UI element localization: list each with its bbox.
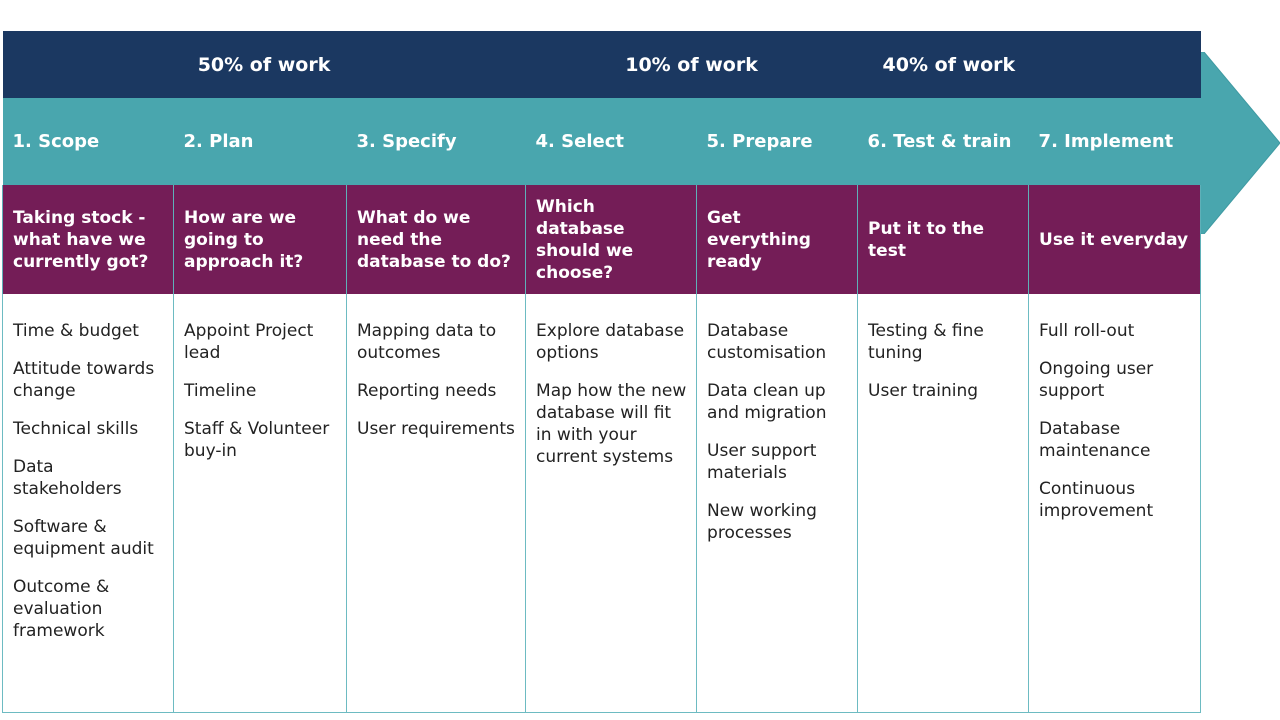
phase-question: Get everything ready [696,185,859,294]
phase-title-row: 1. Scope 2. Plan 3. Specify 4. Select 5.… [2,98,1201,185]
task-item: User requirements [357,419,515,439]
phase-question-row: Taking stock - what have we currently go… [2,185,1202,294]
phase-title: 1. Scope [2,98,174,185]
work-share-label: 10% of work [625,53,758,76]
task-item: Data stakeholders [13,457,122,499]
phase-title: 6. Test & train [857,98,1029,185]
work-share-cell: 10% of work [525,31,858,98]
task-item: Database maintenance [1039,419,1151,461]
phase-tasks: Explore database options Map how the new … [525,294,698,713]
phase-title: 7. Implement [1028,98,1201,185]
task-item: Explore database options [536,321,685,363]
phase-question: Taking stock - what have we currently go… [2,185,174,294]
task-item: Technical skills [13,419,139,439]
work-share-label: 50% of work [197,53,331,76]
phase-title: 5. Prepare [696,98,858,185]
task-item: Data clean up and migration [707,381,827,423]
phase-tasks: Testing & fine tuning User training [857,294,1030,713]
task-item: Full roll-out [1039,321,1135,341]
task-item: Time & budget [13,321,139,341]
task-item: New working processes [707,501,817,543]
phase-tasks: Appoint Project lead Timeline Staff & Volu… [173,294,347,713]
phase-title: 2. Plan [173,98,347,185]
phase-question: Use it everyday [1028,185,1202,294]
task-item: Testing & fine tuning [868,321,984,363]
task-item: User support materials [707,441,817,483]
work-share-label: 40% of work [882,53,1016,76]
phase-question: What do we need the database to do? [345,185,527,294]
task-item: Database customisation [707,321,827,363]
task-item: Outcome & evaluation framework [13,577,110,641]
task-item: Attitude towards change [13,359,155,401]
work-share-cell: 50% of work [2,31,526,98]
task-item: Mapping data to outcomes [357,321,497,363]
task-item: Map how the new database will fit in wit… [536,381,687,467]
task-item: Appoint Project lead [184,321,314,363]
phase-question: How are we going to approach it? [173,185,347,294]
phase-tasks: Full roll-out Ongoing user support Databas… [1028,294,1202,713]
task-item: Reporting needs [357,381,497,401]
work-share-cell: 40% of work [857,31,1201,98]
process-table: 50% of work 10% of work 40% of work 1. S… [2,31,1202,713]
phase-tasks-row: Time & budget Attitude towards change Tech… [2,294,1202,713]
task-item: Staff & Volunteer buy-in [184,419,330,461]
task-item: Software & equipment audit [13,517,154,559]
task-item: User training [868,381,979,401]
phase-tasks: Mapping data to outcomes Reporting needs U… [345,294,527,713]
phase-question: Which database should we choose? [525,185,698,294]
phase-tasks: Database customisation Data clean up and … [696,294,859,713]
work-share-row: 50% of work 10% of work 40% of work [2,31,1201,98]
phase-question: Put it to the test [857,185,1030,294]
task-item: Timeline [184,381,257,401]
phase-tasks: Time & budget Attitude towards change Tech… [2,294,174,713]
phase-title: 3. Specify [346,98,526,185]
task-item: Continuous improvement [1039,479,1154,521]
phase-title: 4. Select [525,98,697,185]
task-item: Ongoing user support [1039,359,1154,401]
